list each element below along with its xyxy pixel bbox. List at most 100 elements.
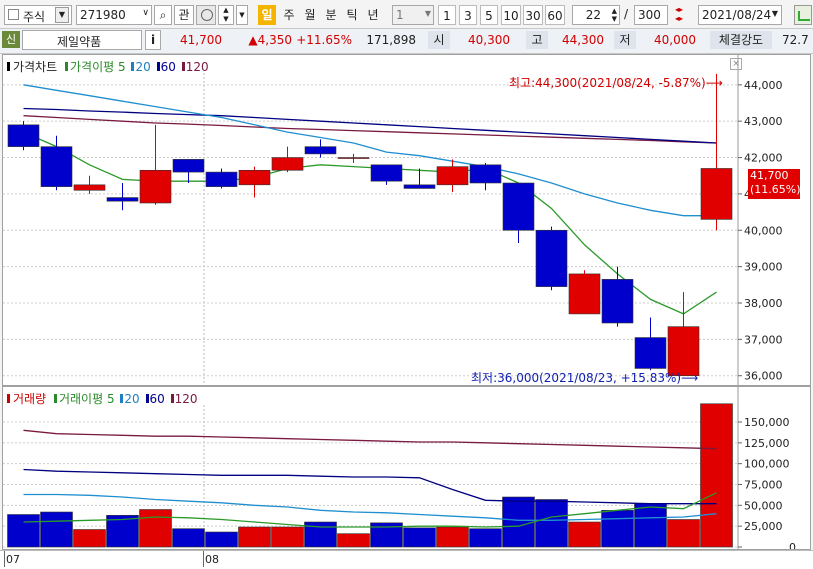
strength-label: 체결강도 — [710, 31, 772, 49]
volume-bar — [634, 503, 667, 548]
tab-period-day[interactable]: 일 — [258, 5, 276, 25]
high-label: 고 — [526, 31, 548, 49]
chart-settings-icon[interactable] — [794, 5, 812, 25]
tab-period-month[interactable]: 월 — [301, 5, 319, 25]
tab-period-week[interactable]: 주 — [280, 5, 298, 25]
date-axis — [0, 550, 813, 569]
chevron-down-icon[interactable]: ∨ — [142, 8, 149, 18]
open-label: 시 — [428, 31, 450, 49]
volume-bar — [535, 499, 568, 548]
order-spinner[interactable]: ▲ ▼ — [218, 5, 234, 25]
search-icon: ⌕ — [159, 8, 167, 22]
high-annotation: 최고:44,300(2021/08/24, -5.87%)⟶ — [509, 76, 723, 90]
last-price-tag-value: 41,700 — [750, 169, 789, 182]
vma60-line — [23, 468, 717, 505]
legend-ma20: 20 — [135, 60, 151, 74]
legend-marker — [120, 394, 124, 403]
search-button[interactable]: ⌕ — [154, 5, 172, 25]
candle-body — [700, 168, 733, 220]
candle-body — [205, 171, 238, 187]
interest-button[interactable]: 관 — [174, 5, 194, 25]
candle-body — [139, 169, 172, 204]
scroll-arrows-icon[interactable]: ◂▸ ◂▸ — [670, 5, 688, 25]
candle-body — [73, 184, 106, 191]
dropdown-button[interactable]: ▼ — [236, 5, 248, 25]
candle-body — [337, 157, 370, 159]
candle-body — [403, 184, 436, 189]
chevron-down-icon: ▼ — [771, 9, 778, 18]
legend-price-ma: 가격이평 — [70, 60, 115, 74]
legend-vma60: 60 — [149, 392, 165, 406]
volume-bar — [568, 521, 601, 548]
interest-button-label: 관 — [178, 8, 190, 22]
volume-legend: 거래량 거래이평 5 20 60 120 — [7, 390, 198, 407]
tab-period-minute[interactable]: 분 — [322, 5, 340, 25]
legend-volume: 거래량 — [13, 392, 47, 406]
chevron-down-icon: ▼ — [55, 7, 69, 23]
spinner-icon[interactable]: ▲ ▼ — [612, 7, 617, 23]
volume-bar — [469, 528, 502, 548]
market-select[interactable]: 주식 ▼ — [4, 5, 72, 25]
volume-tick-label: 25,000 — [744, 520, 783, 533]
total-input[interactable]: 300 — [634, 5, 668, 25]
candle-body — [370, 164, 403, 182]
info-button[interactable]: i — [145, 30, 161, 50]
tab-period-year[interactable]: 년 — [364, 5, 382, 25]
vma120-line — [23, 429, 717, 450]
candle-body — [271, 157, 304, 171]
condition-button[interactable] — [196, 5, 216, 25]
legend-ma120: 120 — [185, 60, 209, 74]
price-tick-label: 37,000 — [744, 333, 783, 346]
price-tick-label: 44,000 — [744, 79, 783, 92]
minute-option-1[interactable]: 1 — [438, 5, 456, 25]
unit-select-value: 1 — [396, 8, 404, 22]
ma20-line — [23, 84, 717, 217]
count-input[interactable]: 22 ▲ ▼ — [572, 5, 620, 25]
unit-select[interactable]: 1 ▼ — [392, 5, 434, 25]
close-icon[interactable]: × — [730, 58, 742, 70]
stock-name: 제일약품 — [57, 35, 102, 49]
volume-bar — [337, 533, 370, 548]
price-change: ▲4,350 — [248, 33, 292, 47]
bar-chart-icon — [798, 11, 810, 21]
legend-marker — [170, 394, 174, 403]
legend-ma60: 60 — [160, 60, 176, 74]
date-label-07: 07 — [6, 553, 20, 566]
date-tick — [203, 551, 204, 567]
date-select[interactable]: 2021/08/24 ▼ — [698, 5, 782, 25]
price-chart-svg: 36,00037,00038,00039,00040,00041,00042,0… — [3, 55, 783, 385]
minute-option-30[interactable]: 30 — [523, 5, 543, 25]
low-label: 저 — [614, 31, 636, 49]
checkbox-icon — [8, 9, 19, 20]
ma120-line — [23, 115, 717, 144]
minute-option-3[interactable]: 3 — [459, 5, 477, 25]
minute-option-5[interactable]: 5 — [480, 5, 498, 25]
volume-bar — [667, 519, 700, 548]
candle-body — [238, 169, 271, 186]
volume-bar — [40, 511, 73, 548]
volume-bar — [502, 496, 535, 548]
volume-bar — [601, 510, 634, 548]
legend-marker — [156, 62, 160, 71]
price-tick-label: 43,000 — [744, 115, 783, 128]
stock-code-input[interactable]: 271980 ∨ — [76, 5, 152, 25]
volume-chart-panel[interactable]: 0 25,000 50,000 75,000 100,000 125,000 150,000… — [2, 386, 811, 550]
strength-value: 72.7 — [782, 33, 809, 47]
price-chart-panel[interactable]: 36,00037,00038,00039,00040,00041,00042,0… — [2, 54, 811, 386]
candle-body — [172, 159, 205, 173]
high-price: 44,300 — [562, 33, 604, 47]
legend-marker — [181, 62, 185, 71]
minute-option-10[interactable]: 10 — [501, 5, 521, 25]
legend-price-chart: 가격차트 — [13, 60, 58, 74]
volume-bar — [403, 527, 436, 548]
stock-name-field[interactable]: 제일약품 — [22, 30, 142, 50]
tab-period-tick[interactable]: 틱 — [343, 5, 361, 25]
price-tick-label: 39,000 — [744, 261, 783, 274]
minute-option-60[interactable]: 60 — [545, 5, 565, 25]
candle-body — [106, 197, 139, 202]
ma60-line — [23, 107, 717, 144]
volume-tick-label: 150,000 — [744, 416, 790, 429]
volume-chart-svg: 0 25,000 50,000 75,000 100,000 125,000 150,000 — [3, 387, 796, 549]
count-separator: / — [624, 7, 629, 21]
volume-tick-label: 50,000 — [744, 499, 783, 512]
